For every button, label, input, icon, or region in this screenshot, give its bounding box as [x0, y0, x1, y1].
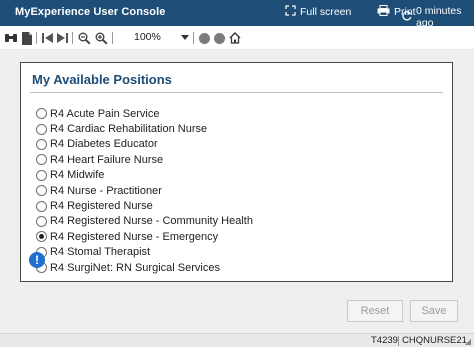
radio-button[interactable] — [36, 215, 47, 227]
zoom-out-button[interactable] — [78, 31, 91, 45]
toolbar: 100% — [0, 26, 474, 50]
positions-radio-group: R4 Acute Pain Service R4 Cardiac Rehabili… — [36, 106, 253, 275]
positions-panel: My Available Positions R4 Acute Pain Ser… — [20, 62, 453, 282]
toolbar-divider — [36, 32, 37, 44]
position-label: R4 Acute Pain Service — [50, 107, 160, 120]
radio-button[interactable] — [36, 169, 47, 181]
status-code: T4239 — [371, 335, 398, 346]
position-label: R4 Heart Failure Nurse — [50, 153, 164, 166]
app-title: MyExperience User Console — [15, 6, 166, 18]
first-page-icon — [41, 33, 53, 43]
info-icon[interactable]: ! — [29, 252, 45, 268]
position-option[interactable]: R4 Registered Nurse — [36, 198, 253, 213]
fullscreen-icon — [285, 5, 296, 19]
position-label: R4 Registered Nurse - Emergency — [50, 230, 219, 243]
position-option[interactable]: R4 Nurse - Practitioner — [36, 183, 253, 198]
divider — [30, 92, 443, 93]
position-label: R4 Registered Nurse - Community Health — [50, 215, 253, 228]
position-option[interactable]: R4 Acute Pain Service — [36, 106, 253, 121]
radio-button[interactable] — [36, 200, 47, 212]
zoom-level: 100% — [134, 31, 161, 43]
zoom-in-button[interactable] — [95, 31, 108, 45]
status-bar: T4239 CHQNURSE21 ◢ — [0, 333, 474, 347]
position-label: R4 Registered Nurse — [50, 200, 153, 213]
resize-grip-icon[interactable]: ◢ — [465, 337, 471, 346]
zoom-in-icon — [95, 32, 108, 45]
chevron-down-icon — [181, 35, 189, 40]
position-option[interactable]: R4 Registered Nurse - Emergency — [36, 229, 253, 244]
first-page-button[interactable] — [41, 31, 53, 45]
radio-button[interactable] — [36, 185, 47, 197]
position-option[interactable]: R4 Cardiac Rehabilitation Nurse — [36, 121, 253, 136]
home-button[interactable] — [228, 31, 241, 45]
next-page-icon — [56, 33, 68, 43]
position-option[interactable]: R4 Heart Failure Nurse — [36, 152, 253, 167]
position-option[interactable]: R4 Midwife — [36, 168, 253, 183]
toolbar-divider — [193, 32, 194, 44]
position-label: R4 Nurse - Practitioner — [50, 184, 162, 197]
title-bar: MyExperience User Console Full screen Pr… — [0, 0, 474, 29]
status-user: CHQNURSE21 — [402, 335, 467, 346]
radio-button[interactable] — [36, 231, 47, 243]
toolbar-divider — [72, 32, 73, 44]
fullscreen-label: Full screen — [300, 6, 352, 18]
printer-icon — [377, 5, 390, 19]
find-button[interactable] — [4, 31, 18, 45]
position-option[interactable]: R4 Diabetes Educator — [36, 137, 253, 152]
radio-button[interactable] — [36, 138, 47, 150]
position-label: R4 Midwife — [50, 169, 105, 182]
fullscreen-button[interactable]: Full screen — [285, 5, 351, 19]
forward-button[interactable] — [213, 31, 225, 45]
binoculars-icon — [5, 34, 17, 42]
position-option[interactable]: R4 Stomal Therapist — [36, 245, 253, 260]
zoom-out-icon — [78, 32, 91, 45]
next-page-button[interactable] — [56, 31, 68, 45]
position-option[interactable]: R4 SurgiNet: RN Surgical Services — [36, 260, 253, 275]
zoom-dropdown[interactable] — [178, 31, 192, 45]
position-label: R4 SurgiNet: RN Surgical Services — [50, 261, 220, 274]
panel-title: My Available Positions — [32, 72, 172, 87]
document-button[interactable] — [21, 31, 33, 45]
reset-button[interactable]: Reset — [347, 300, 403, 322]
radio-button[interactable] — [36, 108, 47, 120]
main-content: My Available Positions R4 Acute Pain Ser… — [0, 50, 474, 333]
position-label: R4 Diabetes Educator — [50, 138, 158, 151]
back-button[interactable] — [198, 31, 210, 45]
position-option[interactable]: R4 Registered Nurse - Community Health — [36, 214, 253, 229]
back-circle-icon — [198, 32, 210, 44]
status-divider — [398, 336, 399, 346]
save-button[interactable]: Save — [410, 300, 458, 322]
position-label: R4 Cardiac Rehabilitation Nurse — [50, 123, 208, 136]
document-icon — [22, 31, 32, 45]
radio-button[interactable] — [36, 154, 47, 166]
radio-button[interactable] — [36, 123, 47, 135]
forward-circle-icon — [213, 32, 225, 44]
home-icon — [229, 32, 240, 44]
toolbar-divider — [112, 32, 113, 44]
refresh-icon — [401, 10, 413, 24]
position-label: R4 Stomal Therapist — [50, 246, 151, 259]
